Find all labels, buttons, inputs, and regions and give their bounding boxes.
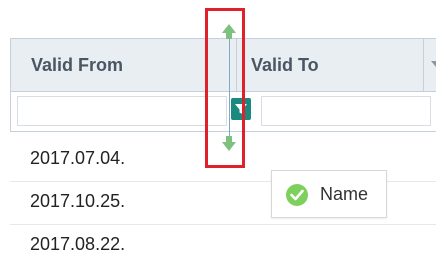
column-menu-chevron-icon[interactable]	[431, 61, 436, 67]
filter-input-valid-to[interactable]	[261, 96, 431, 126]
column-header-valid-from[interactable]: Valid From	[11, 39, 231, 91]
data-grid: Valid From Valid To 2017.07.04. 2017.10.…	[0, 0, 436, 268]
filter-input-valid-from[interactable]	[17, 96, 227, 126]
valid-from-cell: 2017.07.04.	[30, 148, 126, 168]
column-header-label: Valid From	[31, 54, 124, 75]
drag-tooltip: Name	[271, 170, 387, 218]
tooltip-label: Name	[320, 184, 369, 204]
check-circle-icon	[286, 184, 308, 206]
column-header-valid-to[interactable]: Valid To	[239, 39, 427, 91]
table-row[interactable]: 2017.08.22.	[0, 225, 436, 265]
column-divider[interactable]	[423, 39, 424, 91]
annotation-highlight-box	[205, 8, 245, 168]
column-header-label: Valid To	[251, 54, 319, 75]
valid-from-cell: 2017.10.25.	[30, 191, 126, 211]
valid-from-cell: 2017.08.22.	[30, 234, 126, 254]
